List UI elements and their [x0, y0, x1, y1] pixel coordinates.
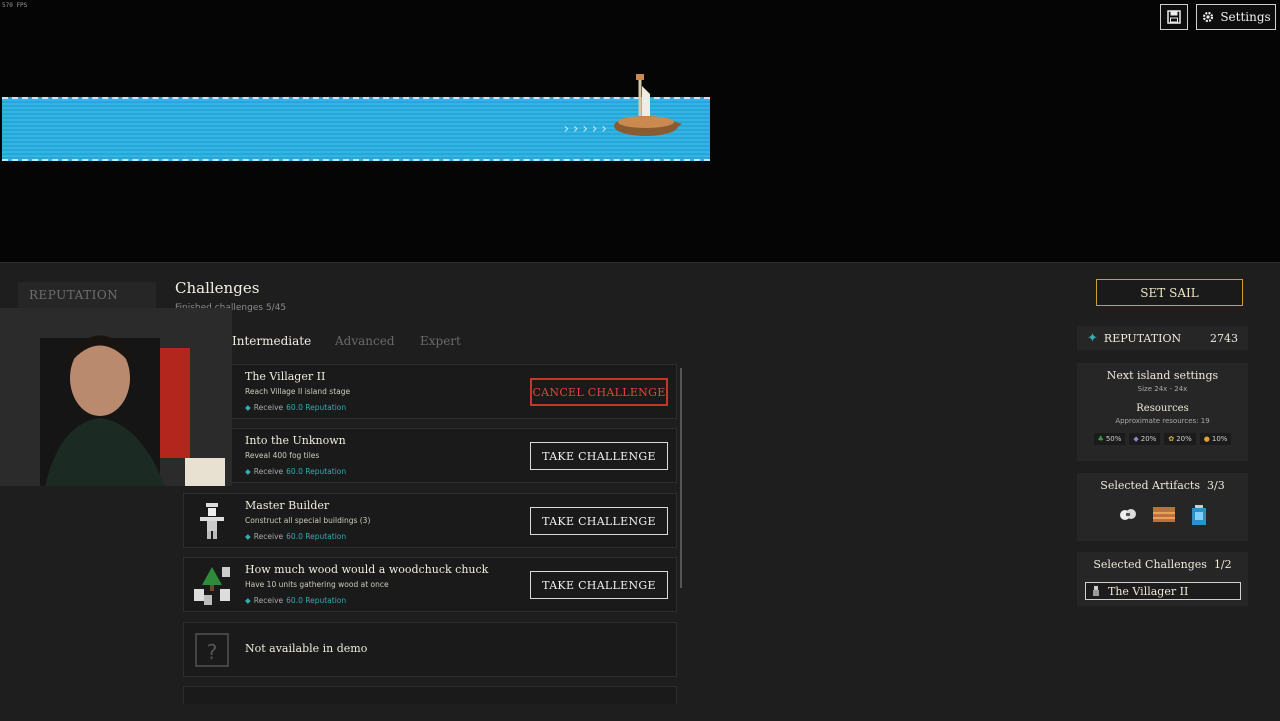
tab-intermediate[interactable]: Intermediate	[232, 334, 311, 348]
challenge-row: How much wood would a woodchuck chuck Ha…	[183, 557, 677, 612]
challenge-name: How much wood would a woodchuck chuck	[245, 563, 489, 576]
reputation-value: 2743	[1210, 331, 1238, 345]
page-title: Challenges	[175, 279, 260, 297]
reputation-icon: ◆	[245, 596, 251, 605]
selected-challenges-title: Selected Challenges 1/2	[1093, 558, 1232, 571]
cancel-challenge-button[interactable]: CANCEL CHALLENGE	[530, 378, 668, 406]
reward-amount: 60.0 Reputation	[286, 467, 347, 476]
svg-text:?: ?	[207, 640, 218, 664]
ship-icon	[614, 74, 682, 136]
challenge-name: Not available in demo	[245, 642, 368, 655]
next-island-card: Next island settings Size 24x - 24x Reso…	[1077, 363, 1248, 461]
reward-prefix: Receive	[253, 596, 284, 605]
selected-challenges-card: Selected Challenges 1/2 The Villager II	[1077, 552, 1248, 606]
island-size: Size 24x - 24x	[1137, 385, 1188, 393]
webcam-overlay	[0, 308, 232, 486]
next-island-title: Next island settings	[1106, 369, 1219, 382]
resource-food: ✿ 20%	[1164, 433, 1196, 445]
resource-gold: ● 10%	[1199, 433, 1232, 445]
gold-icon: ●	[1203, 435, 1210, 443]
reputation-icon: ◆	[245, 532, 251, 541]
reward-prefix: Receive	[253, 403, 284, 412]
artifact-chest-icon[interactable]	[1152, 504, 1176, 524]
challenge-desc: Reveal 400 fog tiles	[245, 451, 320, 460]
set-sail-button[interactable]: SET SAIL	[1096, 279, 1243, 306]
gear-icon	[1203, 11, 1214, 23]
villager-icon	[1093, 586, 1099, 596]
save-icon	[1167, 10, 1181, 24]
challenge-row: Into the Unknown Reveal 400 fog tiles ◆ R…	[183, 428, 677, 483]
challenge-reward: ◆ Receive 60.0 Reputation	[245, 532, 346, 541]
reputation-icon: ◆	[245, 403, 251, 412]
take-challenge-button[interactable]: TAKE CHALLENGE	[530, 571, 668, 599]
tree-icon: ♣	[1097, 435, 1104, 443]
settings-button[interactable]: Settings	[1196, 4, 1276, 30]
resources-title: Resources	[1136, 403, 1189, 414]
challenge-name: The Villager II	[245, 370, 326, 383]
reward-prefix: Receive	[253, 532, 284, 541]
challenge-list[interactable]: The Villager II Reach Village II island …	[183, 364, 679, 704]
resource-wood: ♣ 50%	[1093, 433, 1126, 445]
challenge-name: Master Builder	[245, 499, 330, 512]
reputation-icon: ✦	[1087, 330, 1098, 346]
selected-challenge-item[interactable]: The Villager II	[1085, 582, 1241, 600]
challenge-name: Into the Unknown	[245, 434, 346, 447]
reward-amount: 60.0 Reputation	[286, 403, 347, 412]
challenge-row: ? Not available in demo	[183, 622, 677, 677]
reputation-card: ✦ REPUTATION 2743	[1077, 326, 1248, 350]
challenge-desc: Reach Village II island stage	[245, 387, 351, 396]
reputation-tab[interactable]: REPUTATION	[18, 282, 156, 308]
reputation-icon: ◆	[245, 467, 251, 476]
challenge-row	[183, 686, 677, 704]
stone-icon: ◆	[1133, 435, 1139, 443]
wheat-icon: ✿	[1168, 435, 1175, 443]
artifact-cloud-icon[interactable]	[1118, 504, 1138, 524]
builder-icon	[200, 503, 224, 539]
resource-stone: ◆ 20%	[1129, 433, 1161, 445]
approx-resources: Approximate resources: 19	[1115, 417, 1210, 425]
reward-amount: 60.0 Reputation	[286, 596, 347, 605]
challenge-desc: Have 10 units gathering wood at once	[245, 580, 389, 589]
challenge-reward: ◆ Receive 60.0 Reputation	[245, 596, 346, 605]
reputation-tab-label: REPUTATION	[29, 288, 119, 302]
fps-counter: 570 FPS	[2, 2, 28, 9]
settings-label: Settings	[1220, 10, 1271, 24]
tab-expert[interactable]: Expert	[420, 334, 461, 348]
reputation-label: REPUTATION	[1103, 331, 1182, 345]
challenge-reward: ◆ Receive 60.0 Reputation	[245, 403, 346, 412]
challenge-desc: Construct all special buildings (3)	[245, 516, 371, 525]
selected-challenge-name: The Villager II	[1108, 584, 1189, 598]
challenge-reward: ◆ Receive 60.0 Reputation	[245, 467, 346, 476]
selected-artifacts-card: Selected Artifacts 3/3	[1077, 473, 1248, 541]
tab-advanced[interactable]: Advanced	[335, 334, 395, 348]
take-challenge-button[interactable]: TAKE CHALLENGE	[530, 442, 668, 470]
reward-amount: 60.0 Reputation	[286, 532, 347, 541]
reward-prefix: Receive	[253, 467, 284, 476]
question-icon: ?	[195, 633, 229, 667]
take-challenge-button[interactable]: TAKE CHALLENGE	[530, 507, 668, 535]
challenge-row: The Villager II Reach Village II island …	[183, 364, 677, 419]
artifact-jar-icon[interactable]	[1190, 504, 1208, 526]
woodchuck-icon	[194, 567, 230, 605]
streamer-icon	[0, 308, 232, 486]
save-button[interactable]	[1160, 4, 1188, 30]
artifacts-title: Selected Artifacts 3/3	[1100, 479, 1225, 492]
boat-wake: ›››››	[562, 121, 610, 137]
challenge-row: Master Builder Construct all special bui…	[183, 493, 677, 548]
water-strip: ›››››	[2, 97, 710, 161]
list-scrollbar[interactable]	[680, 368, 682, 588]
